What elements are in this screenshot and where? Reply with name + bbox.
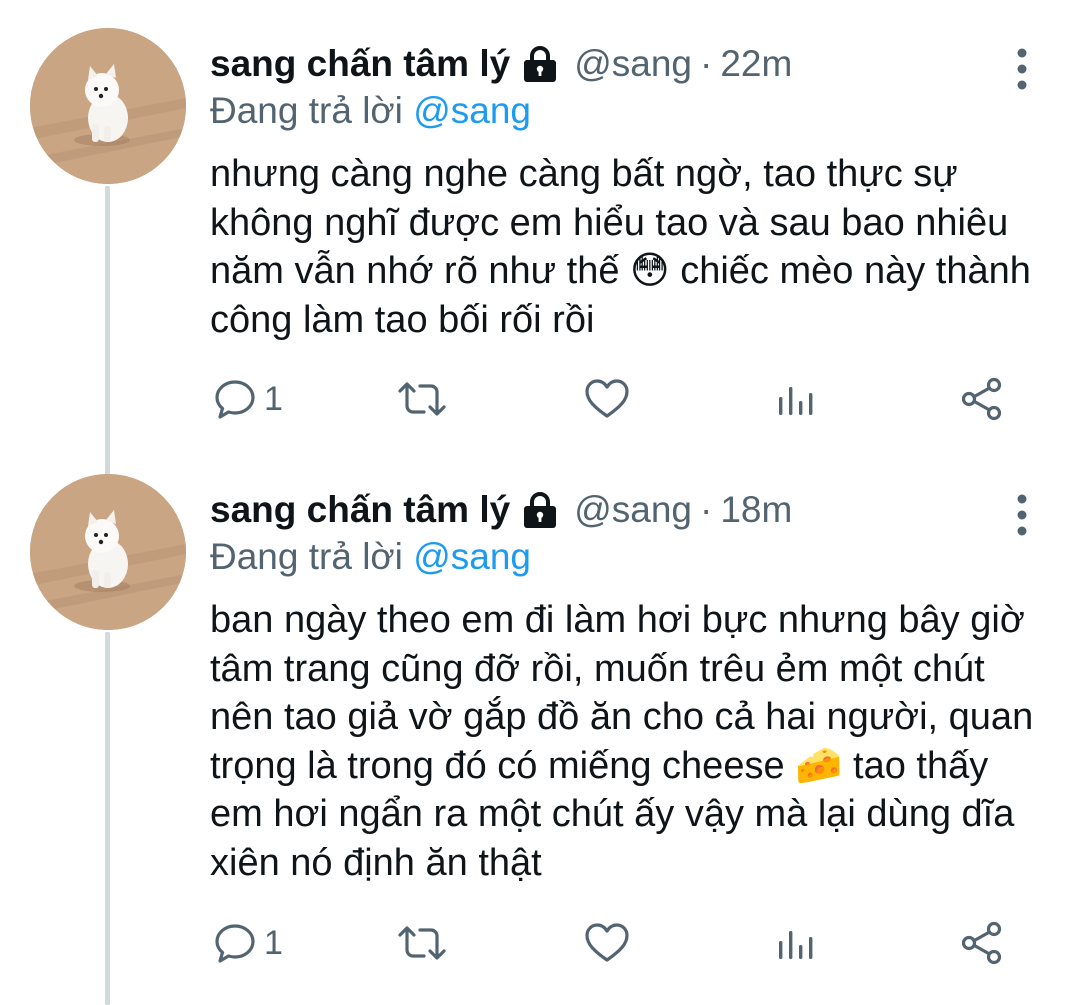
replying-to: Đang trả lời @sang — [210, 536, 531, 578]
reply-mention-link[interactable]: @sang — [413, 90, 531, 131]
tweet[interactable]: sang chấn tâm lý @sang · 18m Đang trả lờ… — [0, 474, 1080, 1005]
reply-button[interactable]: 1 — [214, 376, 283, 422]
more-options-icon[interactable] — [1012, 48, 1032, 90]
avatar[interactable] — [30, 28, 186, 184]
tweet-text: ban ngày theo em đi làm hơi bực nhưng bâ… — [210, 599, 1034, 884]
reply-mention-link[interactable]: @sang — [413, 536, 531, 577]
analytics-icon — [779, 387, 813, 415]
replying-to-label: Đang trả lời — [210, 536, 403, 577]
reply-icon — [215, 924, 255, 963]
dog-photo — [30, 474, 186, 630]
tweet[interactable]: sang chấn tâm lý @sang · 22m Đang trả lờ… — [0, 28, 1080, 448]
tweet-header: sang chấn tâm lý @sang · 22m — [210, 40, 792, 88]
handle[interactable]: @sang — [574, 489, 692, 531]
dog-photo — [30, 28, 186, 184]
separator-dot: · — [700, 489, 713, 530]
like-button[interactable] — [584, 920, 630, 966]
lock-icon — [524, 492, 557, 528]
share-button[interactable] — [960, 376, 1004, 422]
retweet-button[interactable] — [396, 920, 448, 966]
like-icon — [585, 923, 629, 962]
timestamp[interactable]: 22m — [720, 43, 792, 85]
replying-to-label: Đang trả lời — [210, 90, 403, 131]
tweet-header: sang chấn tâm lý @sang · 18m — [210, 486, 792, 534]
action-bar: 1 — [210, 920, 1010, 966]
analytics-icon — [779, 931, 813, 959]
reply-button[interactable]: 1 — [214, 920, 283, 966]
display-name[interactable]: sang chấn tâm lý — [210, 489, 510, 531]
share-button[interactable] — [960, 920, 1004, 966]
action-bar: 1 — [210, 376, 1010, 422]
share-icon — [961, 377, 1002, 421]
timestamp[interactable]: 18m — [720, 489, 792, 531]
handle[interactable]: @sang — [574, 43, 692, 85]
retweet-button[interactable] — [396, 376, 448, 422]
separator-dot: · — [700, 43, 713, 84]
tweet-text: nhưng càng nghe càng bất ngờ, tao thực s… — [210, 153, 1031, 341]
reply-icon — [215, 380, 255, 419]
retweet-icon — [398, 382, 446, 416]
analytics-button[interactable] — [776, 920, 816, 966]
like-icon — [585, 379, 629, 418]
reply-count: 1 — [264, 923, 283, 962]
share-icon — [961, 921, 1002, 965]
reply-count: 1 — [264, 379, 283, 418]
avatar[interactable] — [30, 474, 186, 630]
more-options-icon[interactable] — [1012, 494, 1032, 536]
analytics-button[interactable] — [776, 376, 816, 422]
replying-to: Đang trả lời @sang — [210, 90, 531, 132]
like-button[interactable] — [584, 376, 630, 422]
retweet-icon — [398, 926, 446, 960]
lock-icon — [524, 46, 557, 82]
display-name[interactable]: sang chấn tâm lý — [210, 43, 510, 85]
